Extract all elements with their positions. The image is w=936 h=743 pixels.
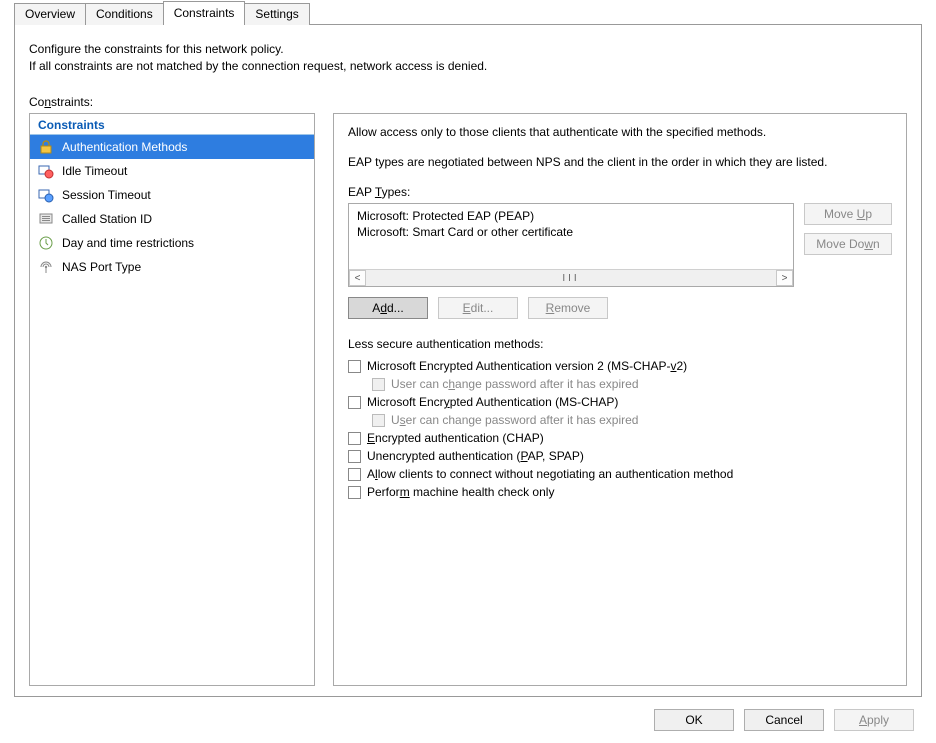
constraint-label: Idle Timeout [62, 164, 127, 178]
constraints-list-header: Constraints [30, 114, 314, 135]
remove-button[interactable]: Remove [528, 297, 608, 319]
constraint-auth-methods[interactable]: Authentication Methods [30, 135, 314, 159]
ok-button[interactable]: OK [654, 709, 734, 731]
constraints-label: Constraints: [29, 95, 907, 109]
constraint-nas-port[interactable]: NAS Port Type [30, 255, 314, 279]
auth-intro: Allow access only to those clients that … [348, 124, 892, 141]
constraint-idle-timeout[interactable]: Idle Timeout [30, 159, 314, 183]
checkbox-icon[interactable] [348, 468, 361, 481]
move-up-button[interactable]: Move Up [804, 203, 892, 225]
tab-strip: Overview Conditions Constraints Settings [0, 0, 936, 24]
chk-mschap-expire: User can change password after it has ex… [372, 411, 892, 429]
edit-button[interactable]: Edit... [438, 297, 518, 319]
policy-properties-window: Overview Conditions Constraints Settings… [0, 0, 936, 743]
description: Configure the constraints for this netwo… [29, 41, 907, 75]
eap-row: Microsoft: Protected EAP (PEAP) Microsof… [348, 203, 892, 287]
chk-no-negotiate[interactable]: Allow clients to connect without negotia… [348, 465, 892, 483]
idle-icon [38, 163, 54, 179]
h-scrollbar[interactable]: < III > [349, 269, 793, 286]
checkbox-icon[interactable] [348, 396, 361, 409]
body-split: Constraints Authentication Methods Idle … [29, 113, 907, 686]
add-button[interactable]: Add... [348, 297, 428, 319]
eap-types-label: EAP Types: [348, 185, 892, 199]
tab-page-constraints: Configure the constraints for this netwo… [14, 24, 922, 697]
constraint-detail-panel: Allow access only to those clients that … [333, 113, 907, 686]
move-down-button[interactable]: Move Down [804, 233, 892, 255]
chk-label: Allow clients to connect without negotia… [367, 467, 733, 481]
eap-button-row: Add... Edit... Remove [348, 297, 892, 319]
chk-label: Perform machine health check only [367, 485, 554, 499]
constraints-list[interactable]: Constraints Authentication Methods Idle … [29, 113, 315, 686]
lock-icon [38, 139, 54, 155]
eap-note: EAP types are negotiated between NPS and… [348, 154, 892, 171]
scroll-thumb[interactable]: III [366, 270, 776, 286]
chk-label: Encrypted authentication (CHAP) [367, 431, 544, 445]
tab-constraints[interactable]: Constraints [163, 1, 246, 25]
scroll-left-icon[interactable]: < [349, 270, 366, 286]
checkbox-icon[interactable] [348, 450, 361, 463]
scroll-right-icon[interactable]: > [776, 270, 793, 286]
cancel-button[interactable]: Cancel [744, 709, 824, 731]
clock-icon [38, 235, 54, 251]
less-secure-label: Less secure authentication methods: [348, 337, 892, 351]
chk-mschapv2-expire: User can change password after it has ex… [372, 375, 892, 393]
constraint-day-time[interactable]: Day and time restrictions [30, 231, 314, 255]
chk-label: Unencrypted authentication (PAP, SPAP) [367, 449, 584, 463]
chk-chap[interactable]: Encrypted authentication (CHAP) [348, 429, 892, 447]
chk-label: User can change password after it has ex… [391, 413, 638, 427]
eap-item[interactable]: Microsoft: Protected EAP (PEAP) [357, 208, 785, 224]
nas-icon [38, 259, 54, 275]
tab-overview[interactable]: Overview [14, 3, 86, 25]
checkbox-icon[interactable] [348, 432, 361, 445]
chk-label: User can change password after it has ex… [391, 377, 639, 391]
chk-mschap[interactable]: Microsoft Encrypted Authentication (MS-C… [348, 393, 892, 411]
checkbox-icon[interactable] [348, 360, 361, 373]
constraint-label: Day and time restrictions [62, 236, 194, 250]
description-line2: If all constraints are not matched by th… [29, 58, 907, 75]
constraint-label: Called Station ID [62, 212, 152, 226]
tab-conditions[interactable]: Conditions [85, 3, 164, 25]
checkbox-icon [372, 378, 385, 391]
constraint-label: Session Timeout [62, 188, 151, 202]
constraint-label: Authentication Methods [62, 140, 187, 154]
chk-pap[interactable]: Unencrypted authentication (PAP, SPAP) [348, 447, 892, 465]
chk-mschapv2[interactable]: Microsoft Encrypted Authentication versi… [348, 357, 892, 375]
apply-button[interactable]: Apply [834, 709, 914, 731]
checkbox-icon [372, 414, 385, 427]
chk-label: Microsoft Encrypted Authentication versi… [367, 359, 687, 373]
dialog-footer: OK Cancel Apply [0, 697, 936, 743]
tab-settings[interactable]: Settings [244, 3, 309, 25]
checkbox-icon[interactable] [348, 486, 361, 499]
station-icon [38, 211, 54, 227]
description-line1: Configure the constraints for this netwo… [29, 41, 907, 58]
chk-label: Microsoft Encrypted Authentication (MS-C… [367, 395, 618, 409]
constraint-label: NAS Port Type [62, 260, 141, 274]
constraint-session-timeout[interactable]: Session Timeout [30, 183, 314, 207]
chk-machine-health[interactable]: Perform machine health check only [348, 483, 892, 501]
eap-item[interactable]: Microsoft: Smart Card or other certifica… [357, 224, 785, 240]
eap-types-list[interactable]: Microsoft: Protected EAP (PEAP) Microsof… [348, 203, 794, 287]
constraint-called-station[interactable]: Called Station ID [30, 207, 314, 231]
session-icon [38, 187, 54, 203]
